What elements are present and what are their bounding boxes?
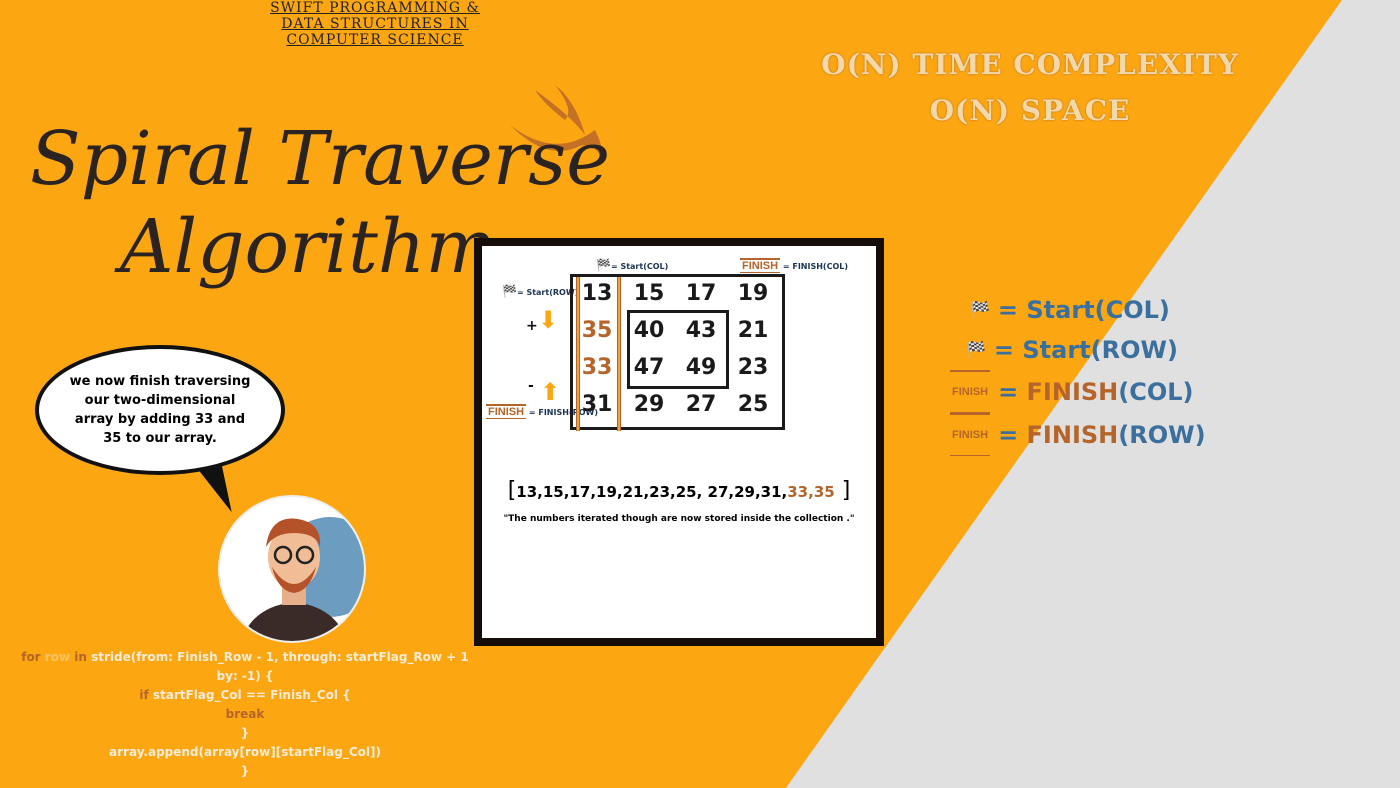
series-header: SWIFT PROGRAMMING & DATA STRUCTURES IN C… — [230, 0, 520, 48]
code-var: row — [44, 650, 71, 664]
result-new-values: 33,35 — [787, 483, 835, 501]
code-keyword: if — [139, 688, 149, 702]
matrix-cell: 17 — [685, 281, 717, 306]
legend: 🏁 = Start(COL) 🏁 = Start(ROW) FINISH = FINI… — [950, 290, 1206, 456]
result-values: 13,15,17,19,21,23,25, 27,29,31, — [516, 483, 788, 501]
checkered-flag-icon: 🏁 — [970, 300, 990, 319]
legend-start-col: = Start(COL) — [997, 296, 1170, 324]
legend-start-row: = Start(ROW) — [993, 336, 1178, 364]
finish-icon: FINISH — [950, 370, 991, 413]
finish-icon: FINISH — [740, 258, 781, 273]
arrow-down-icon: ⬇ — [538, 306, 559, 334]
code-line: for row in stride(from: Finish_Row - 1, … — [0, 648, 490, 667]
code-line: } — [240, 764, 250, 778]
finish-col-label: FINISH = FINISH(COL) — [740, 258, 848, 273]
code-text: startFlag_Col == Finish_Col { — [152, 688, 351, 702]
start-row-label: 🏁= Start(ROW) — [502, 284, 578, 298]
finish-icon: FINISH — [486, 404, 527, 419]
minus-sign: - — [528, 378, 534, 394]
legend-finish-row: = FINISH(ROW) — [998, 415, 1205, 455]
result-note: "The numbers iterated though are now sto… — [503, 514, 855, 524]
matrix-cell: 23 — [737, 355, 769, 380]
code-snippet: for row in stride(from: Finish_Row - 1, … — [0, 648, 490, 781]
header-line: DATA STRUCTURES IN — [281, 16, 469, 32]
avatar — [218, 495, 366, 643]
plus-sign: + — [526, 318, 538, 334]
matrix-cell: 43 — [685, 318, 717, 343]
legend-finish-col: = FINISH(COL) — [998, 372, 1193, 412]
code-line: by: -1) { — [216, 669, 274, 683]
finish-word: FINISH — [1026, 377, 1119, 406]
matrix-cell: 40 — [633, 318, 665, 343]
matrix-cell: 47 — [633, 355, 665, 380]
matrix-cell: 21 — [737, 318, 769, 343]
space-complexity: O(N) SPACE — [929, 94, 1131, 127]
matrix-cell: 15 — [633, 281, 665, 306]
matrix-cell: 29 — [633, 392, 665, 417]
speech-text: we now finish traversing our two-dimensi… — [69, 374, 251, 446]
matrix-grid: 13 15 17 19 35 40 43 21 33 47 49 23 31 29 27 25 — [570, 274, 785, 431]
code-keyword: in — [74, 650, 87, 664]
header-line: COMPUTER SCIENCE — [286, 32, 464, 48]
speech-bubble: we now finish traversing our two-dimensi… — [35, 345, 285, 475]
checkered-flag-icon: 🏁 — [966, 340, 986, 359]
finish-icon: FINISH — [950, 413, 991, 456]
matrix-cell: 13 — [581, 281, 613, 306]
time-complexity: O(N) TIME COMPLEXITY — [821, 48, 1239, 81]
matrix-cell: 35 — [581, 318, 613, 343]
equals: = — [998, 377, 1027, 406]
header-line: SWIFT PROGRAMMING & — [270, 0, 480, 16]
arrow-up-icon: ⬆ — [540, 378, 561, 406]
column-marker — [617, 277, 621, 431]
code-line: break — [225, 707, 265, 721]
matrix-cell: 31 — [581, 392, 613, 417]
equals: = — [998, 420, 1027, 449]
start-col-text: = Start(COL) — [610, 262, 669, 271]
code-line: } — [240, 726, 250, 740]
checkered-flag-icon: 🏁 — [596, 258, 611, 272]
start-col-label: 🏁= Start(COL) — [596, 258, 668, 272]
title-line: Spiral Traverse — [30, 116, 611, 202]
matrix-cell: 19 — [737, 281, 769, 306]
matrix-cell: 27 — [685, 392, 717, 417]
diagram-panel: 🏁= Start(COL) FINISH = FINISH(COL) 🏁= St… — [474, 238, 884, 646]
code-keyword: for — [21, 650, 41, 664]
result-array: [13,15,17,19,21,23,25, 27,29,31,33,35 ] — [507, 478, 851, 503]
finish-col-text: = FINISH(COL) — [782, 262, 848, 271]
code-line: if startFlag_Col == Finish_Col { — [0, 686, 490, 705]
matrix-cell: 33 — [581, 355, 613, 380]
finish-word: FINISH — [1026, 420, 1119, 449]
row-word: (ROW) — [1118, 420, 1206, 449]
code-text: stride(from: Finish_Row - 1, through: st… — [91, 650, 469, 664]
matrix-cell: 49 — [685, 355, 717, 380]
checkered-flag-icon: 🏁 — [502, 284, 517, 298]
col-word: (COL) — [1118, 377, 1194, 406]
matrix-cell: 25 — [737, 392, 769, 417]
complexity-text: O(N) TIME COMPLEXITY O(N) SPACE — [800, 42, 1260, 134]
person-avatar-icon — [241, 517, 364, 641]
code-line: array.append(array[row][startFlag_Col]) — [109, 745, 381, 759]
